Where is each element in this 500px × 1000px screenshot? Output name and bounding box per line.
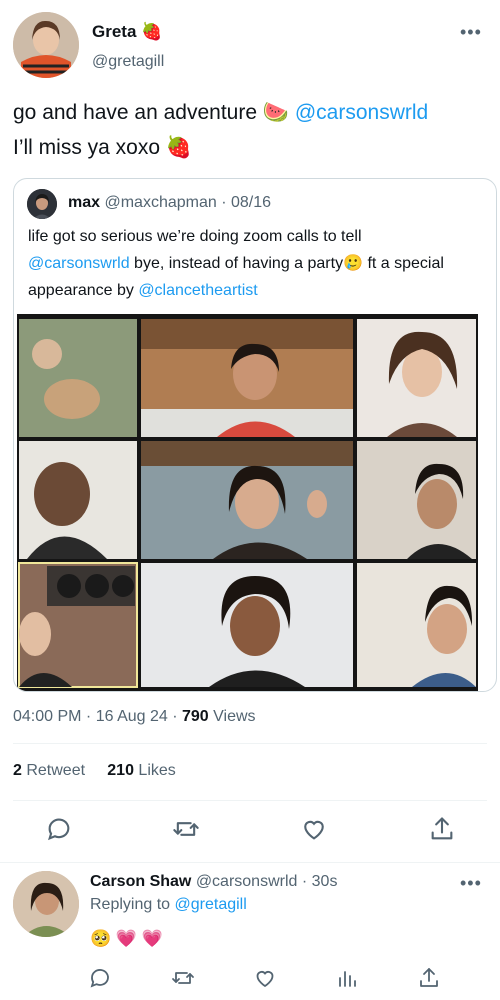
quote-text: life got so serious we’re doing zoom cal… xyxy=(28,228,444,299)
mention-link[interactable]: @clancetheartist xyxy=(138,282,257,299)
zoom-tile xyxy=(19,441,137,559)
analytics-icon[interactable] xyxy=(335,966,359,990)
views-count: 790 xyxy=(182,708,209,725)
zoom-tile xyxy=(19,319,137,437)
retweet-icon[interactable] xyxy=(172,815,200,843)
mention-link[interactable]: @carsonswrld xyxy=(28,255,130,272)
reply-author-handle[interactable]: @carsonswrld xyxy=(196,873,298,890)
quoted-tweet[interactable]: max @maxchapman · 08/16 life got so seri… xyxy=(13,178,497,692)
zoom-tile xyxy=(357,563,476,687)
reply-icon[interactable] xyxy=(88,966,112,990)
reply-text: 🥺 💗 💗 xyxy=(90,929,163,948)
like-icon[interactable] xyxy=(300,815,328,843)
share-icon[interactable] xyxy=(417,966,441,990)
retweets-link[interactable]: 2 Retweet xyxy=(13,762,85,779)
divider xyxy=(13,800,487,801)
mention-link[interactable]: @carsonswrld xyxy=(295,101,428,124)
author-handle[interactable]: @gretagill xyxy=(92,53,164,71)
zoom-tile xyxy=(141,563,353,687)
quote-author-name[interactable]: max xyxy=(68,194,100,211)
tweet-meta: 04:00 PM · 16 Aug 24 · 790 Views xyxy=(13,708,256,726)
likes-link[interactable]: 210 Likes xyxy=(107,762,176,779)
zoom-tile xyxy=(141,441,353,559)
views-label: Views xyxy=(208,708,256,725)
quote-header: max @maxchapman · 08/16 xyxy=(68,194,271,212)
reply-time: · 30s xyxy=(301,873,338,890)
timestamp[interactable]: 04:00 PM · 16 Aug 24 · xyxy=(13,708,182,725)
reply-action-bar xyxy=(0,966,500,996)
zoom-tile xyxy=(357,319,476,437)
author-name[interactable]: Greta 🍓 xyxy=(92,22,162,42)
reply-tweet[interactable]: Carson Shaw @carsonswrld · 30s ••• Reply… xyxy=(0,862,500,1000)
more-icon[interactable]: ••• xyxy=(460,873,482,894)
zoom-tile xyxy=(18,562,138,688)
tweet-action-bar xyxy=(0,815,500,847)
divider xyxy=(13,743,487,744)
reply-icon[interactable] xyxy=(45,815,73,843)
quote-author-handle[interactable]: @maxchapman xyxy=(104,194,216,211)
reply-header: Carson Shaw @carsonswrld · 30s xyxy=(90,873,337,891)
tweet-text: go and have an adventure 🍉 @carsonswrld … xyxy=(13,101,429,159)
quote-author-avatar[interactable] xyxy=(27,189,57,219)
engagement-counts: 2 Retweet 210 Likes xyxy=(13,762,176,780)
quote-date: · 08/16 xyxy=(221,194,272,211)
zoom-call-image[interactable] xyxy=(17,314,478,691)
zoom-tile xyxy=(357,441,476,559)
replying-to: Replying to @gretagill xyxy=(90,896,247,913)
zoom-tile xyxy=(141,319,353,437)
retweet-icon[interactable] xyxy=(171,966,195,990)
more-icon[interactable]: ••• xyxy=(460,22,482,43)
share-icon[interactable] xyxy=(428,815,456,843)
like-icon[interactable] xyxy=(253,966,277,990)
reply-author-name[interactable]: Carson Shaw xyxy=(90,873,191,890)
mention-link[interactable]: @gretagill xyxy=(175,896,247,913)
tweet-header: Greta 🍓 @gretagill ••• xyxy=(0,0,500,90)
author-avatar[interactable] xyxy=(13,12,79,78)
reply-author-avatar[interactable] xyxy=(13,871,79,937)
